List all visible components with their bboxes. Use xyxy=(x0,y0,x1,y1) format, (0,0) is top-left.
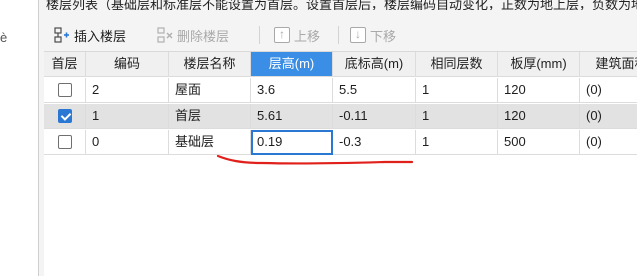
table-header-row: 首层 编码 楼层名称 层高(m) 底标高(m) 相同层数 板厚(mm) 建筑面积 xyxy=(44,52,637,77)
delete-floor-button[interactable]: 删除楼层 xyxy=(157,24,229,46)
first-floor-cell xyxy=(44,130,86,155)
insert-floor-icon xyxy=(54,27,70,43)
insert-floor-button[interactable]: 插入楼层 xyxy=(54,24,126,46)
floor-table: 首层 编码 楼层名称 层高(m) 底标高(m) 相同层数 板厚(mm) 建筑面积… xyxy=(44,52,637,276)
col-header-code[interactable]: 编码 xyxy=(86,52,169,77)
table-row[interactable]: 1 首层 5.61 -0.11 1 120 (0) xyxy=(44,104,637,129)
toolbar: 插入楼层 删除楼层 ↑ 上移 ↓ 下移 xyxy=(44,19,637,52)
floor-name-cell[interactable]: 首层 xyxy=(169,104,251,129)
toolbar-divider xyxy=(259,26,260,44)
insert-floor-label: 插入楼层 xyxy=(74,28,127,44)
slab-thickness-cell[interactable]: 500 xyxy=(498,130,580,155)
table-row[interactable]: 0 基础层 0.19 -0.3 1 500 (0) xyxy=(44,130,637,155)
floor-name-cell[interactable]: 屋面 xyxy=(169,78,251,103)
col-header-building-area[interactable]: 建筑面积 xyxy=(580,52,637,77)
move-up-label: 上移 xyxy=(294,28,321,44)
floor-height-cell[interactable]: 3.6 xyxy=(251,78,333,103)
building-area-cell[interactable]: (0) xyxy=(580,78,637,103)
floor-height-cell-editing[interactable]: 0.19 xyxy=(251,130,333,155)
first-floor-checkbox[interactable] xyxy=(58,83,72,97)
bottom-elevation-cell[interactable]: -0.3 xyxy=(333,130,416,155)
move-down-label: 下移 xyxy=(370,28,397,44)
building-area-cell[interactable]: (0) xyxy=(580,130,637,155)
floor-list-header: 楼层列表（基础层和标准层不能设置为首层。设置首层后，楼层编码自动变化，正数为地上… xyxy=(46,0,637,10)
same-floors-cell[interactable]: 1 xyxy=(416,130,498,155)
same-floors-cell[interactable]: 1 xyxy=(416,78,498,103)
col-header-floor-name[interactable]: 楼层名称 xyxy=(169,52,251,77)
left-panel: è xyxy=(0,0,39,276)
first-floor-cell xyxy=(44,104,86,129)
slab-thickness-cell[interactable]: 120 xyxy=(498,104,580,129)
first-floor-checkbox[interactable] xyxy=(58,135,72,149)
bottom-elevation-cell[interactable]: -0.11 xyxy=(333,104,416,129)
same-floors-cell[interactable]: 1 xyxy=(416,104,498,129)
delete-floor-icon xyxy=(157,27,173,43)
code-cell[interactable]: 1 xyxy=(86,104,169,129)
delete-floor-label: 删除楼层 xyxy=(177,28,230,44)
col-header-first-floor[interactable]: 首层 xyxy=(44,52,86,77)
col-header-slab-thickness[interactable]: 板厚(mm) xyxy=(498,52,580,77)
code-cell[interactable]: 0 xyxy=(86,130,169,155)
table-row[interactable]: 2 屋面 3.6 5.5 1 120 (0) xyxy=(44,78,637,103)
arrow-up-icon: ↑ xyxy=(274,27,290,43)
floor-name-cell[interactable]: 基础层 xyxy=(169,130,251,155)
move-down-button[interactable]: ↓ 下移 xyxy=(350,24,396,46)
floor-height-cell[interactable]: 5.61 xyxy=(251,104,333,129)
code-cell[interactable]: 2 xyxy=(86,78,169,103)
col-header-same-floors[interactable]: 相同层数 xyxy=(416,52,498,77)
building-area-cell[interactable]: (0) xyxy=(580,104,637,129)
col-header-bottom-elevation[interactable]: 底标高(m) xyxy=(333,52,416,77)
first-floor-checkbox[interactable] xyxy=(58,109,72,123)
col-header-floor-height[interactable]: 层高(m) xyxy=(251,52,333,77)
left-panel-text: è xyxy=(0,30,8,45)
move-up-button[interactable]: ↑ 上移 xyxy=(274,24,320,46)
toolbar-divider xyxy=(338,26,339,44)
slab-thickness-cell[interactable]: 120 xyxy=(498,78,580,103)
arrow-down-icon: ↓ xyxy=(350,27,366,43)
first-floor-cell xyxy=(44,78,86,103)
bottom-elevation-cell[interactable]: 5.5 xyxy=(333,78,416,103)
